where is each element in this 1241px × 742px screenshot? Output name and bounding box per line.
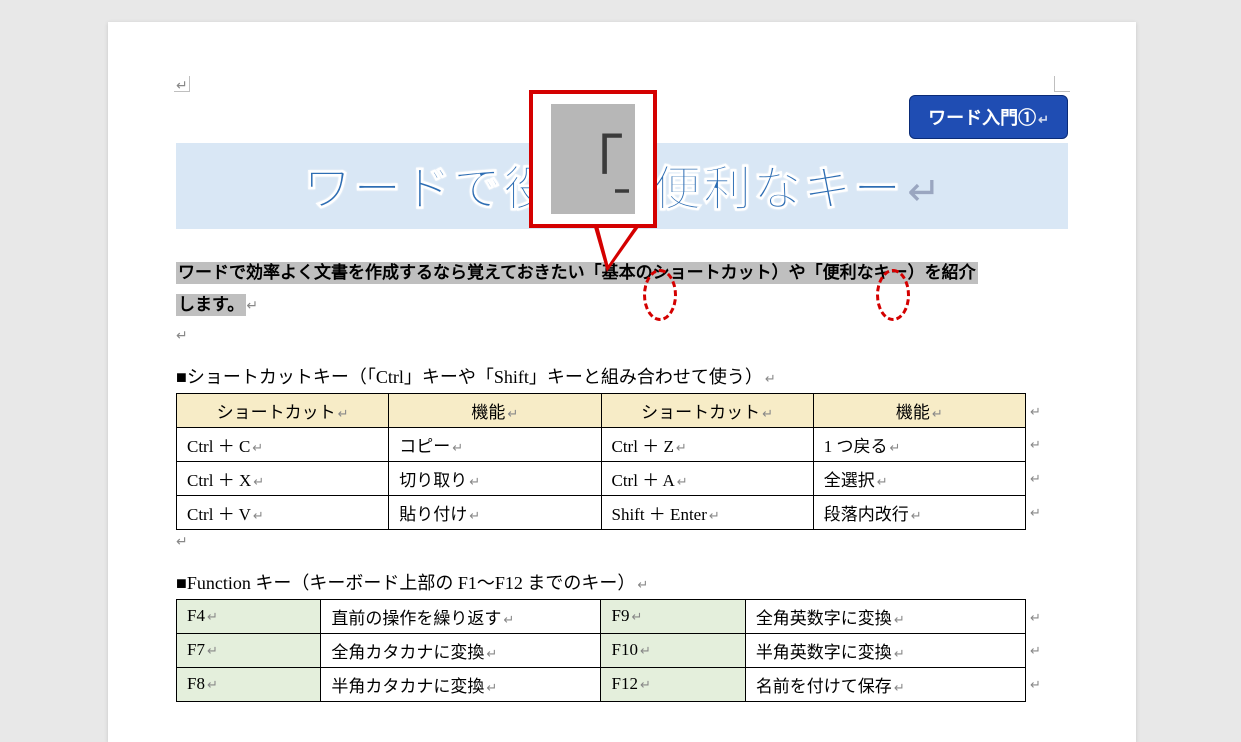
row-end-marks: ↵ ↵ ↵ ↵	[1026, 393, 1041, 530]
table-row: Ctrl ＋ C↵ コピー↵ Ctrl ＋ Z↵ 1 つ戻る↵	[177, 427, 1026, 461]
function-key-table: F4↵ 直前の操作を繰り返す↵ F9↵ 全角英数字に変換↵ F7↵ 全角カタカナ…	[176, 599, 1026, 702]
table-row: Ctrl ＋ V↵ 貼り付け↵ Shift ＋ Enter↵ 段落内改行↵	[177, 495, 1026, 529]
row-end-marks: ↵ ↵ ↵	[1026, 599, 1041, 702]
paragraph-mark: ↵	[637, 577, 648, 592]
annotation-callout: 「	[529, 90, 657, 228]
intro-line-1: ワードで効率よく文書を作成するなら覚えておきたい「基本のショートカット）や「便利…	[176, 262, 978, 284]
col-header: ショートカット↵	[177, 393, 389, 427]
intro-line-2: します。	[176, 294, 246, 316]
table-row: F4↵ 直前の操作を繰り返す↵ F9↵ 全角英数字に変換↵	[177, 599, 1026, 633]
paragraph-mark: ↵	[765, 371, 776, 386]
col-header: 機能↵	[389, 393, 601, 427]
col-header: ショートカット↵	[601, 393, 813, 427]
paragraph-mark: ↵	[907, 170, 941, 214]
section1-heading-text: ■ショートカットキー（「Ctrl」キーや「Shift」キーと組み合わせて使う）	[176, 367, 763, 387]
section2-heading-text: ■Function キー（キーボード上部の F1～F12 までのキー）	[176, 573, 635, 593]
section2-heading: ■Function キー（キーボード上部の F1～F12 までのキー）↵	[176, 569, 1068, 595]
table-row: F7↵ 全角カタカナに変換↵ F10↵ 半角英数字に変換↵	[177, 633, 1026, 667]
paragraph-mark: ↵	[176, 328, 1068, 345]
table-header-row: ショートカット↵ 機能↵ ショートカット↵ 機能↵	[177, 393, 1026, 427]
shortcut-table: ショートカット↵ 機能↵ ショートカット↵ 機能↵ Ctrl ＋ C↵ コピー↵…	[176, 393, 1026, 530]
paragraph-mark: ↵	[1038, 112, 1049, 127]
annotation-circle-1	[643, 269, 677, 321]
annotation-circle-2	[876, 269, 910, 321]
document-page: ↵ ワード入門①↵ ワードで役立つ便利なキー↵ ワードで効率よく文書を作成するな…	[108, 22, 1136, 742]
paragraph-mark: ↵	[246, 299, 258, 314]
series-badge-label: ワード入門①	[928, 108, 1036, 128]
annotation-callout-tail	[583, 224, 641, 272]
col-header: 機能↵	[813, 393, 1025, 427]
table-row: F8↵ 半角カタカナに変換↵ F12↵ 名前を付けて保存↵	[177, 667, 1026, 701]
margin-mark-top-left	[174, 76, 190, 92]
margin-mark-top-right	[1054, 76, 1070, 92]
series-badge: ワード入門①↵	[909, 95, 1068, 139]
callout-zoom-symbol: 「	[551, 104, 635, 214]
paragraph-mark: ↵	[176, 534, 1068, 551]
section1-heading: ■ショートカットキー（「Ctrl」キーや「Shift」キーと組み合わせて使う）↵	[176, 363, 1068, 389]
table-row: Ctrl ＋ X↵ 切り取り↵ Ctrl ＋ A↵ 全選択↵	[177, 461, 1026, 495]
